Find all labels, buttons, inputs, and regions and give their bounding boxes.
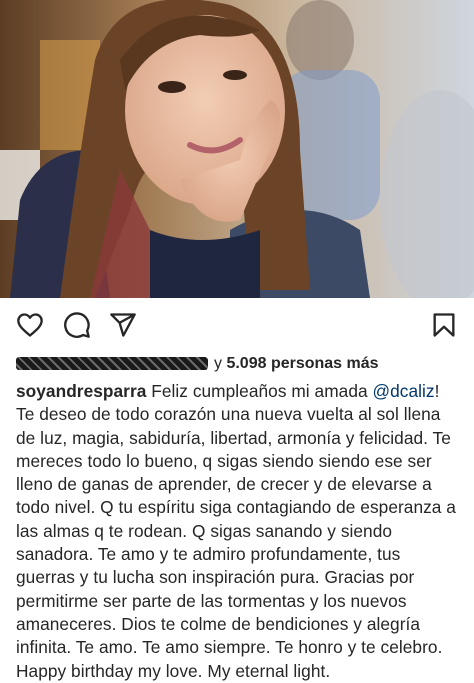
- photo-illustration: [0, 0, 474, 298]
- post-caption: soyandresparra Feliz cumpleaños mi amada…: [16, 380, 462, 683]
- caption-text-rest: ! Te deseo de todo corazón una nueva vue…: [16, 381, 456, 681]
- likes-connector: y: [214, 355, 222, 372]
- redacted-username: [16, 357, 208, 371]
- likes-count[interactable]: 5.098 personas más: [226, 355, 378, 372]
- likes-summary[interactable]: y 5.098 personas más: [16, 352, 466, 376]
- bookmark-icon[interactable]: [430, 311, 458, 339]
- paper-plane-icon[interactable]: [109, 311, 137, 339]
- post-actions-bar: [0, 298, 474, 350]
- comment-icon[interactable]: [63, 311, 91, 339]
- post-photo[interactable]: [0, 0, 474, 298]
- caption-username[interactable]: soyandresparra: [16, 381, 146, 401]
- caption-mention[interactable]: @dcaliz: [373, 381, 435, 401]
- heart-icon[interactable]: [16, 311, 44, 339]
- caption-text-start: Feliz cumpleaños mi amada: [146, 381, 373, 401]
